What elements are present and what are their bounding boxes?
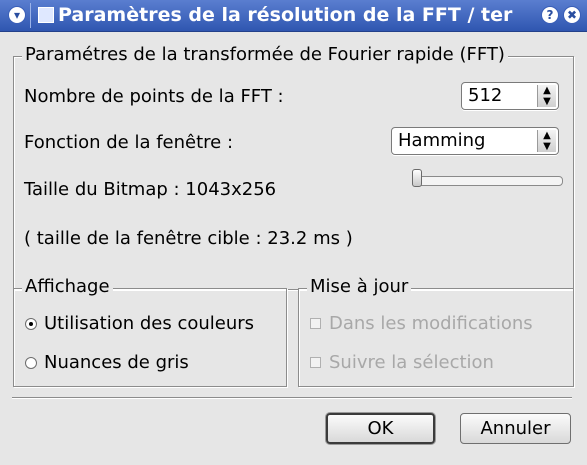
app-icon	[38, 7, 54, 23]
on-modifications-checkbox[interactable]	[310, 318, 321, 329]
colors-radio-label[interactable]: Utilisation des couleurs	[44, 313, 254, 334]
title-separator	[30, 3, 31, 28]
window-function-label: Fonction de la fenêtre :	[24, 132, 234, 153]
ok-button[interactable]: OK	[326, 413, 435, 444]
fft-group-title: Paramétres de la transformée de Fourier …	[22, 44, 508, 65]
follow-selection-label: Suivre la sélection	[329, 352, 494, 373]
target-window-size-text: ( taille de la fenêtre cible : 23.2 ms )	[24, 228, 353, 249]
window-menu-chevron-down-icon[interactable]: ▾	[8, 6, 26, 24]
fft-points-label: Nombre de points de la FFT :	[24, 86, 284, 107]
follow-selection-checkbox[interactable]	[310, 357, 321, 368]
fft-points-select[interactable]: 512 ▲ ▼	[461, 82, 559, 110]
window-title: Paramètres de la résolution de la FFT / …	[58, 4, 513, 26]
cancel-button[interactable]: Annuler	[460, 413, 571, 444]
on-modifications-label: Dans les modifications	[329, 313, 533, 334]
bitmap-size-text: Taille du Bitmap : 1043x256	[24, 179, 277, 200]
display-group-title: Affichage	[22, 276, 113, 297]
help-icon[interactable]: ?	[541, 6, 559, 24]
close-icon[interactable]: ✖	[563, 6, 581, 24]
window-function-select[interactable]: Hamming ▲ ▼	[391, 127, 559, 155]
dialog-body: Paramétres de la transformée de Fourier …	[0, 32, 587, 465]
fft-slider-track[interactable]	[415, 176, 563, 186]
update-group-title: Mise à jour	[307, 276, 412, 297]
grayscale-radio[interactable]	[25, 357, 37, 369]
window-function-value: Hamming	[398, 130, 486, 151]
dropdown-arrow-icon[interactable]: ▲ ▼	[537, 130, 556, 152]
fft-slider-handle[interactable]	[412, 169, 422, 187]
dropdown-arrow-icon[interactable]: ▲ ▼	[537, 85, 556, 107]
button-separator	[12, 397, 572, 399]
colors-radio[interactable]	[25, 318, 37, 330]
grayscale-radio-label[interactable]: Nuances de gris	[44, 352, 189, 373]
title-bar[interactable]: ▾ Paramètres de la résolution de la FFT …	[0, 0, 587, 32]
fft-points-value: 512	[468, 85, 503, 106]
